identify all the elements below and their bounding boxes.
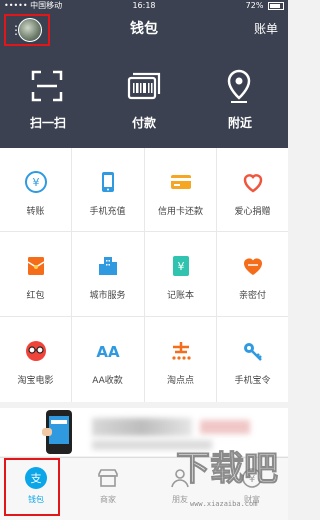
- service-taobao-movie[interactable]: 淘宝电影: [0, 317, 72, 402]
- merchant-icon: [98, 469, 118, 487]
- pay-code-icon: [127, 72, 161, 100]
- tab-label: 财富: [244, 495, 260, 504]
- service-label: AA收款: [92, 376, 123, 386]
- nearby-label: 附近: [227, 116, 252, 130]
- svg-text:¥: ¥: [33, 176, 40, 189]
- service-label: 记账本: [166, 291, 194, 301]
- phone-token-icon: [244, 343, 262, 361]
- taobao-movie-icon: [26, 341, 46, 361]
- scan-button[interactable]: 扫一扫: [0, 68, 96, 138]
- service-label: 淘宝电影: [17, 376, 54, 386]
- friends-icon: [171, 469, 189, 488]
- tab-highlight-box: [4, 458, 60, 516]
- phone-illustration: [42, 410, 72, 454]
- service-credit-card[interactable]: 信用卡还款: [145, 148, 217, 232]
- svg-text:AA: AA: [96, 343, 120, 361]
- service-label: 城市服务: [89, 291, 126, 301]
- city-service-icon: [99, 257, 117, 275]
- blurred-banner-text: [92, 418, 192, 436]
- svg-text:¥: ¥: [249, 474, 255, 485]
- red-envelope-icon: [27, 257, 45, 275]
- ledger-icon: ¥: [173, 256, 189, 276]
- service-city[interactable]: 城市服务: [72, 232, 145, 317]
- service-phone-recharge[interactable]: 手机充值: [72, 148, 145, 232]
- service-label: 信用卡还款: [157, 207, 203, 217]
- pay-button[interactable]: 付款: [96, 68, 192, 138]
- blurred-banner-button: [200, 420, 250, 434]
- bill-button[interactable]: 账单: [254, 14, 278, 44]
- service-label: 亲密付: [238, 291, 266, 301]
- service-ledger[interactable]: ¥ 记账本: [145, 232, 217, 317]
- tab-label: 商家: [100, 495, 116, 504]
- service-label: 爱心捐赠: [234, 207, 271, 217]
- service-charity[interactable]: 爱心捐赠: [217, 148, 288, 232]
- nearby-button[interactable]: 附近: [192, 68, 288, 138]
- profile-button[interactable]: ⋮: [4, 14, 50, 46]
- service-red-envelope[interactable]: 红包: [0, 232, 72, 317]
- status-bar: ••••• 中国移动 16:18 72%: [0, 0, 288, 12]
- service-label: 转账: [26, 207, 45, 217]
- tab-label: 朋友: [172, 495, 188, 504]
- family-pay-icon: [244, 258, 262, 275]
- header-area: ••••• 中国移动 16:18 72% 钱包 账单 ⋮ 扫一扫 付款 附近: [0, 0, 288, 148]
- svg-text:¥: ¥: [178, 260, 185, 273]
- tab-wealth[interactable]: ¥ 财富: [216, 458, 288, 520]
- battery-indicator: 72%: [246, 0, 284, 12]
- service-taodiandian[interactable]: 淘点点: [145, 317, 217, 402]
- blurred-banner-subtext: [92, 440, 212, 450]
- transfer-icon: ¥: [25, 171, 47, 193]
- credit-card-icon: [171, 175, 191, 189]
- scan-icon: [31, 70, 63, 102]
- service-label: 淘点点: [166, 376, 194, 386]
- service-grid: ¥ 转账 手机充值 信用卡还款 爱心捐赠 红包 城市服务 ¥ 记账本 亲密付 淘…: [0, 148, 288, 402]
- taodiandian-icon: [172, 342, 191, 360]
- battery-icon: [268, 1, 284, 10]
- service-aa-collect[interactable]: AA AA收款: [72, 317, 145, 402]
- pay-label: 付款: [131, 116, 156, 130]
- location-icon: [227, 69, 251, 103]
- service-label: 手机宝令: [234, 376, 271, 386]
- service-transfer[interactable]: ¥ 转账: [0, 148, 72, 232]
- phone-recharge-icon: [102, 172, 114, 192]
- service-label: 红包: [26, 291, 45, 301]
- tab-friends[interactable]: 朋友: [144, 458, 216, 520]
- aa-collect-icon: AA: [96, 343, 120, 361]
- wealth-icon: ¥: [242, 468, 262, 488]
- battery-percent: 72%: [245, 1, 264, 10]
- service-label: 手机充值: [89, 207, 126, 217]
- tab-merchant[interactable]: 商家: [72, 458, 144, 520]
- avatar: [18, 18, 42, 42]
- primary-actions: 扫一扫 付款 附近: [0, 68, 288, 138]
- service-family-pay[interactable]: 亲密付: [217, 232, 288, 317]
- scan-label: 扫一扫: [29, 116, 66, 130]
- service-phone-token[interactable]: 手机宝令: [217, 317, 288, 402]
- charity-icon: [243, 174, 263, 193]
